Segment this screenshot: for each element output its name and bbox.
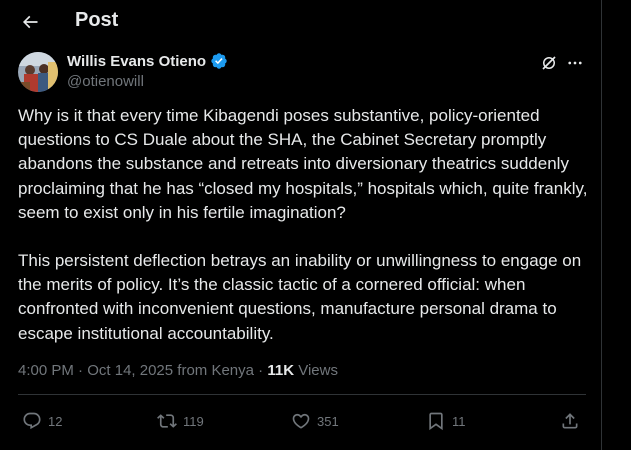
heart-icon — [292, 413, 310, 429]
views-label: Views — [294, 362, 338, 379]
meta-separator: · — [73, 362, 88, 379]
tweet-date[interactable]: Oct 14, 2025 — [87, 362, 173, 379]
bookmark-count: 11 — [452, 413, 466, 429]
reply-icon — [23, 412, 41, 430]
author-name[interactable]: Willis Evans Otieno — [67, 52, 228, 70]
back-button[interactable] — [14, 6, 46, 38]
author-handle[interactable]: @otienowill — [67, 73, 144, 90]
grok-button[interactable] — [536, 50, 562, 76]
avatar-image — [18, 52, 58, 92]
reply-count: 12 — [48, 413, 63, 429]
share-button[interactable] — [560, 409, 580, 433]
reply-button[interactable]: 12 — [22, 409, 62, 433]
arrow-left-icon — [22, 15, 38, 29]
bookmark-icon — [429, 412, 443, 431]
more-horizontal-icon — [568, 61, 582, 65]
views-count[interactable]: 11K — [267, 362, 294, 379]
post-header: Post — [0, 0, 602, 44]
repost-count: 119 — [183, 413, 204, 429]
bookmark-button[interactable]: 11 — [426, 409, 466, 433]
repost-button[interactable]: 119 — [157, 409, 204, 433]
grok-icon — [542, 56, 556, 70]
author-name-text: Willis Evans Otieno — [67, 52, 207, 70]
page-title: Post — [75, 9, 119, 31]
right-panel — [603, 0, 631, 450]
tweet-time[interactable]: 4:00 PM — [18, 362, 74, 379]
avatar[interactable] — [18, 52, 58, 92]
tweet-paragraph: Why is it that every time Kibagendi pose… — [18, 106, 593, 222]
meta-separator: · — [254, 362, 268, 379]
divider — [18, 394, 586, 395]
share-icon — [562, 413, 578, 429]
verified-badge-icon — [211, 53, 227, 69]
more-options-button[interactable] — [562, 50, 588, 76]
like-count: 351 — [317, 413, 339, 429]
tweet-text: Why is it that every time Kibagendi pose… — [18, 104, 596, 346]
post-column: Post Willis Evans Otieno @otienowill Why… — [0, 0, 602, 450]
repost-icon — [157, 414, 177, 428]
like-button[interactable]: 351 — [291, 409, 339, 433]
tweet-location: from Kenya — [173, 362, 254, 379]
tweet-meta: 4:00 PM · Oct 14, 2025 from Kenya · 11K … — [18, 362, 338, 379]
tweet-paragraph: This persistent deflection betrays an in… — [18, 251, 586, 343]
